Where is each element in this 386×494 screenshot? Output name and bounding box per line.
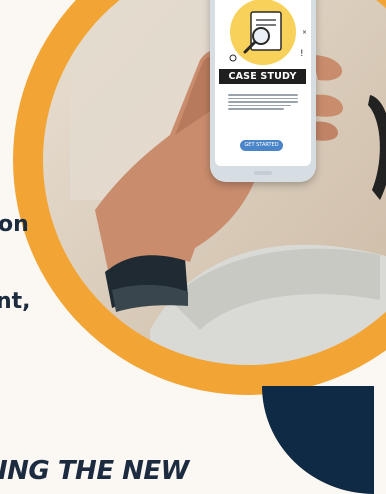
phone-home-indicator (254, 171, 272, 175)
heading-fragment-1: on (0, 212, 29, 237)
svg-text:!: ! (300, 49, 304, 59)
magnifier-on-document-icon: + ! × (229, 0, 307, 65)
svg-text:+: + (295, 0, 303, 3)
case-study-banner: CASE STUDY (219, 69, 306, 84)
tagline-fragment: ING THE NEW (0, 456, 189, 486)
svg-text:×: × (302, 29, 307, 36)
get-started-button[interactable]: GET STARTED (240, 140, 283, 151)
description-lines (228, 94, 298, 112)
promo-page: + ! × CASE STUDY GET STARTED on nt, ING … (0, 0, 386, 494)
heading-fragment-2: nt, (0, 289, 31, 314)
smartphone: + ! × CASE STUDY GET STARTED (210, 0, 316, 182)
